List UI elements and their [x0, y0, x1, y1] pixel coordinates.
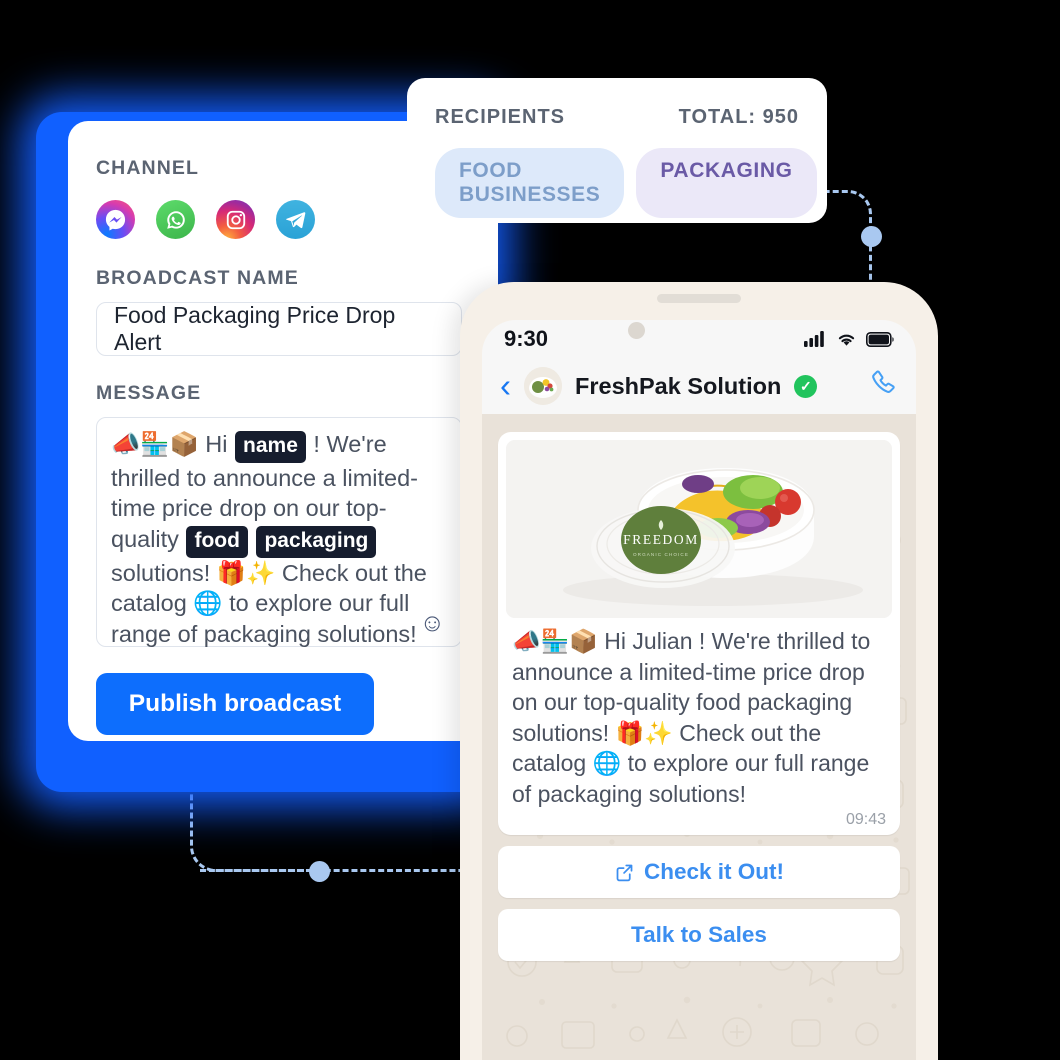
phone-front-camera: [628, 322, 645, 339]
verified-badge-icon: ✓: [794, 374, 818, 398]
message-part-1: Hi: [198, 431, 235, 457]
message-label: MESSAGE: [96, 382, 202, 404]
connector-line-bottom-tail: [200, 868, 500, 872]
wifi-icon: [838, 334, 855, 346]
back-button[interactable]: ‹: [500, 369, 511, 402]
status-bar: 9:30: [482, 320, 916, 358]
contact-name: FreshPak Solution: [575, 372, 782, 399]
cta-label: Talk to Sales: [631, 922, 767, 948]
status-bar-clock: 9:30: [504, 326, 549, 351]
variable-chip-packaging[interactable]: packaging: [256, 526, 377, 558]
chat-message-text: 📣🏪📦 Hi Julian ! We're thrilled to announ…: [512, 628, 871, 807]
chat-body: FREEDOM ORGANIC CHOICE 📣🏪📦 Hi Julian ! W…: [482, 414, 916, 1060]
cta-check-it-out[interactable]: Check it Out!: [498, 846, 900, 899]
emoji-picker-icon[interactable]: ☺: [419, 611, 445, 636]
cta-label: Check it Out!: [643, 859, 784, 885]
recipients-title: RECIPIENTS: [435, 106, 566, 128]
instagram-icon[interactable]: [216, 200, 255, 239]
broadcast-name-input[interactable]: Food Packaging Price Drop Alert: [96, 302, 462, 356]
svg-text:ORGANIC CHOICE: ORGANIC CHOICE: [633, 552, 689, 557]
whatsapp-icon[interactable]: [156, 200, 195, 239]
status-bar-icons: [804, 331, 894, 347]
recipient-tag-label: PACKAGING: [660, 159, 793, 182]
variable-chip-name[interactable]: name: [235, 431, 306, 463]
recipients-total: TOTAL: 950: [678, 106, 799, 128]
messenger-icon[interactable]: [96, 200, 135, 239]
svg-text:FREEDOM: FREEDOM: [623, 532, 699, 547]
message-content: 📣🏪📦 Hi name ! We're thrilled to announce…: [111, 429, 447, 650]
publish-broadcast-button[interactable]: Publish broadcast: [96, 673, 374, 735]
connector-dot-bottom: [309, 861, 330, 882]
broadcast-name-value: Food Packaging Price Drop Alert: [114, 302, 396, 355]
recipients-card: RECIPIENTS TOTAL: 950 FOOD BUSINESSES PA…: [407, 78, 827, 223]
chat-header: ‹ FreshPak Solution ✓: [482, 358, 916, 414]
broadcast-name-label: BROADCAST NAME: [96, 267, 299, 289]
variable-chip-food[interactable]: food: [186, 526, 248, 558]
recipients-tag-list: FOOD BUSINESSES PACKAGING: [435, 148, 817, 218]
message-textarea[interactable]: 📣🏪📦 Hi name ! We're thrilled to announce…: [96, 417, 462, 647]
phone-mockup: 9:30 ‹ FreshPak Solution ✓ FREEDOM ORGAN…: [460, 282, 938, 1060]
phone-screen: 9:30 ‹ FreshPak Solution ✓ FREEDOM ORGAN…: [482, 320, 916, 1060]
connector-dot-top: [861, 226, 882, 247]
message-emoji-prefix: 📣🏪📦: [111, 431, 199, 457]
external-link-icon: [616, 864, 633, 882]
signal-icon: [804, 331, 824, 347]
chat-bubble: FREEDOM ORGANIC CHOICE 📣🏪📦 Hi Julian ! W…: [498, 432, 900, 836]
telegram-icon[interactable]: [276, 200, 315, 239]
recipient-tag-food-businesses[interactable]: FOOD BUSINESSES: [435, 148, 625, 218]
message-part-3: solutions! 🎁✨ Check out the catalog 🌐 to…: [111, 559, 427, 648]
avatar[interactable]: [524, 367, 562, 405]
call-icon[interactable]: [869, 368, 898, 404]
publish-broadcast-label: Publish broadcast: [128, 690, 342, 717]
recipients-header: RECIPIENTS TOTAL: 950: [435, 106, 799, 129]
battery-icon: [866, 331, 894, 347]
product-image[interactable]: FREEDOM ORGANIC CHOICE: [506, 440, 892, 618]
recipient-tag-label: FOOD BUSINESSES: [459, 159, 601, 206]
cta-talk-to-sales[interactable]: Talk to Sales: [498, 909, 900, 962]
phone-speaker: [657, 294, 741, 303]
recipient-tag-packaging[interactable]: PACKAGING: [636, 148, 817, 218]
chat-message-time: 09:43: [845, 811, 886, 829]
